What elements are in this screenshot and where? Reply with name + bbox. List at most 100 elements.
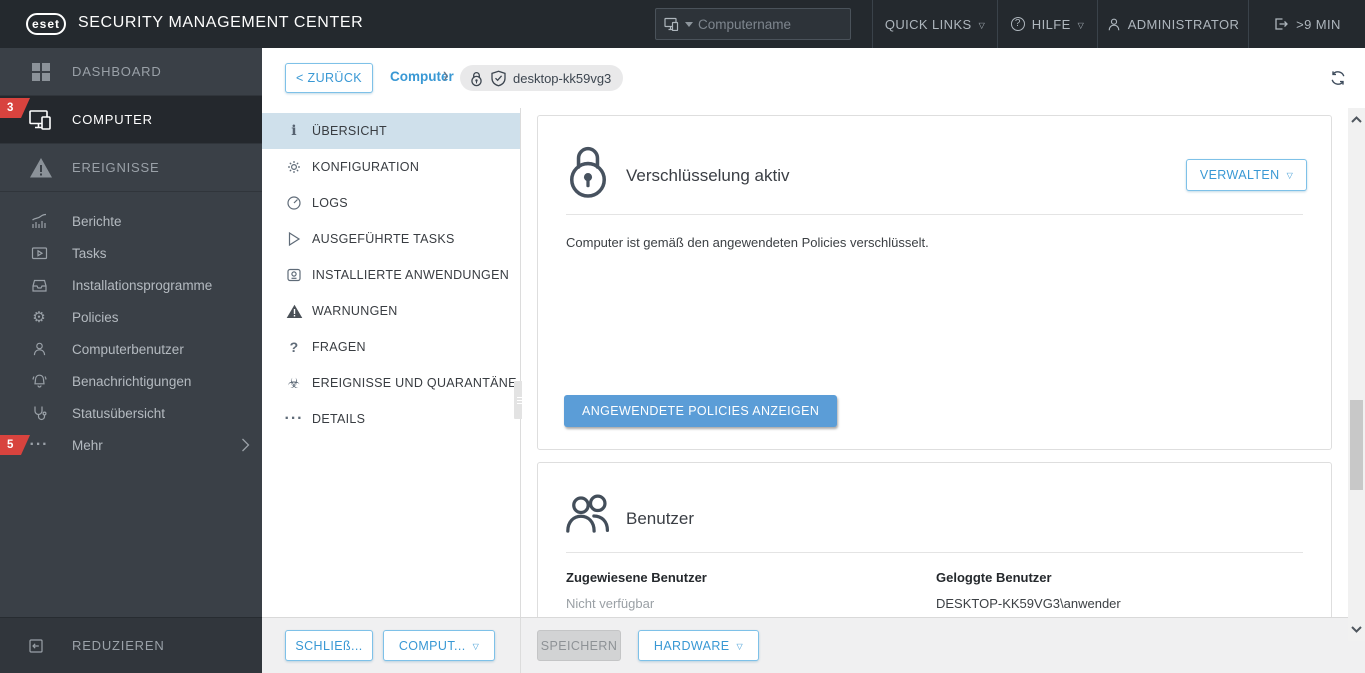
tab-logs[interactable]: LOGS [262,185,520,221]
sidebar-item-berichte[interactable]: Berichte [0,205,262,237]
hardware-label: HARDWARE [653,638,730,653]
computer-search[interactable] [655,8,851,40]
sidebar-item-statusuebersicht[interactable]: Statusübersicht [0,397,262,429]
session-logout[interactable]: >9 MIN [1248,0,1365,48]
installed-apps-icon [284,267,304,283]
chevron-right-icon [241,438,250,452]
sidebar-item-label: EREIGNISSE [72,160,160,175]
tab-uebersicht[interactable]: ÜBERSICHT [262,113,520,149]
logs-gauge-icon [284,195,304,211]
help-menu[interactable]: HILFE [997,0,1097,48]
hardware-button[interactable]: HARDWARE [638,630,759,661]
verwalten-button[interactable]: VERWALTEN [1186,159,1307,191]
sidebar-item-label: Computerbenutzer [72,341,184,357]
tab-label: LOGS [312,196,348,210]
tab-ausgefuehrte-tasks[interactable]: AUSGEFÜHRTE TASKS [262,221,520,257]
footer-divider [520,618,521,673]
card-divider [566,214,1303,215]
computer-alert-badge: 3 [0,98,30,118]
sidebar-item-label: DASHBOARD [72,64,162,79]
main-sidebar: DASHBOARD 3 COMPUTER EREIGNISSE Berichte… [0,48,262,617]
computer-actions-button[interactable]: COMPUT... [383,630,495,661]
tasks-icon [28,245,50,261]
sidebar-item-label: Policies [72,309,119,325]
padlock-icon [565,142,611,200]
info-icon [284,123,304,139]
chevron-down-icon [737,639,744,653]
users-icon [564,493,616,533]
device-name: desktop-kk59vg3 [513,70,612,86]
sidebar-item-computerbenutzer[interactable]: Computerbenutzer [0,333,262,365]
gear-icon [28,310,50,325]
scroll-down-icon[interactable] [1351,626,1362,633]
computer-icon [28,108,54,132]
app-title: SECURITY MANAGEMENT CENTER [78,14,364,31]
more-dots-icon [28,440,50,450]
sidebar-item-benachrichtigungen[interactable]: Benachrichtigungen [0,365,262,397]
eset-logo-text: eset [31,17,61,31]
card-divider [566,552,1303,553]
chevron-down-icon [473,639,480,653]
computer-actions-label: COMPUT... [398,638,466,653]
sidebar-item-mehr[interactable]: 5 Mehr [0,429,262,461]
sidebar-item-ereignisse[interactable]: EREIGNISSE [0,144,262,192]
sidebar-item-label: Installationsprogramme [72,277,213,293]
config-gear-icon [284,159,304,175]
sidebar-collapse-button[interactable]: REDUZIEREN [0,617,262,673]
show-applied-policies-button[interactable]: ANGEWENDETE POLICIES ANZEIGEN [564,395,838,427]
tab-konfiguration[interactable]: KONFIGURATION [262,149,520,185]
bell-icon [28,373,50,389]
top-header: eset SECURITY MANAGEMENT CENTER QUICK LI… [0,0,1365,48]
tab-label: INSTALLIERTE ANWENDUNGEN [312,268,510,282]
status-stethoscope-icon [28,405,50,421]
sidebar-item-computer[interactable]: 3 COMPUTER [0,96,262,144]
play-icon [284,231,304,247]
biohazard-icon [284,375,304,392]
session-timer: >9 MIN [1296,16,1341,32]
collapse-label: REDUZIEREN [72,638,165,653]
tab-fragen[interactable]: FRAGEN [262,329,520,365]
tab-installierte-anwendungen[interactable]: INSTALLIERTE ANWENDUNGEN [262,257,520,293]
save-button: SPEICHERN [537,630,621,661]
tab-details[interactable]: DETAILS [262,401,520,437]
encryption-description: Computer ist gemäß den angewendeten Poli… [566,235,929,250]
tab-ereignisse-quarantaene[interactable]: EREIGNISSE UND QUARANTÄNE [262,365,520,401]
lock-small-icon [469,70,484,87]
logged-users-value: DESKTOP-KK59VG3\anwender [936,596,1121,611]
close-button[interactable]: SCHLIEß... [285,630,373,661]
back-button[interactable]: < ZURÜCK [285,63,373,93]
quick-links-label: QUICK LINKS [884,16,972,32]
eset-logo: eset [26,13,66,35]
user-icon [1107,17,1121,32]
tab-warnungen[interactable]: WARNUNGEN [262,293,520,329]
assigned-users-value: Nicht verfügbar [566,596,655,611]
user-menu[interactable]: ADMINISTRATOR [1097,0,1248,48]
collapse-icon [28,638,44,654]
scroll-up-icon[interactable] [1351,116,1362,123]
refresh-icon[interactable] [1329,69,1347,87]
sidebar-item-tasks[interactable]: Tasks [0,237,262,269]
sidebar-item-dashboard[interactable]: DASHBOARD [0,48,262,96]
encryption-card: Verschlüsselung aktiv VERWALTEN Computer… [537,115,1332,450]
tab-label: AUSGEFÜHRTE TASKS [312,232,455,246]
action-footer: SCHLIEß... COMPUT... SPEICHERN HARDWARE [262,617,1365,673]
search-scope-caret-icon[interactable] [685,21,693,27]
logout-icon [1273,16,1289,32]
scrollbar-thumb[interactable] [1350,400,1363,490]
sidebar-item-label: COMPUTER [72,112,153,127]
sidebar-item-policies[interactable]: Policies [0,301,262,333]
tab-label: WARNUNGEN [312,304,398,318]
mehr-alert-badge: 5 [0,435,30,455]
more-dots-icon [284,414,304,424]
breadcrumb-chevron-icon [443,62,448,88]
installer-box-icon [28,277,50,293]
warning-triangle-icon [284,304,304,319]
verwalten-label: VERWALTEN [1199,168,1280,182]
search-input[interactable] [698,16,818,32]
vertical-scrollbar[interactable] [1348,108,1365,641]
quick-links-menu[interactable]: QUICK LINKS [872,0,997,48]
chevron-down-icon [1287,168,1294,182]
dashboard-icon [28,61,54,83]
tab-label: EREIGNISSE UND QUARANTÄNE [312,376,517,390]
sidebar-item-installationsprogramme[interactable]: Installationsprogramme [0,269,262,301]
